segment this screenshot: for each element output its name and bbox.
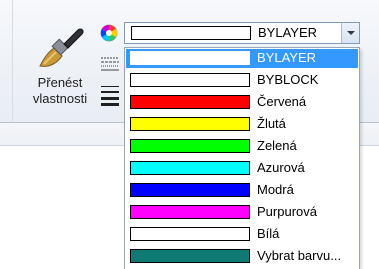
color-option-swatch (130, 205, 250, 219)
combo-selected-text: BYLAYER (258, 25, 318, 40)
color-option-swatch (130, 227, 250, 241)
match-properties-brush-icon[interactable] (30, 22, 86, 72)
color-option-label: Purpurová (257, 204, 317, 219)
color-option-label: Modrá (257, 182, 294, 197)
chevron-down-icon (347, 31, 355, 35)
color-option-label: Bílá (257, 226, 280, 241)
color-option[interactable]: BYBLOCK (126, 71, 358, 90)
color-option-swatch (130, 51, 250, 65)
color-option-label: Zelená (257, 138, 297, 153)
color-option-swatch (130, 249, 250, 263)
color-option[interactable]: Bílá (126, 225, 358, 244)
color-option[interactable]: BYLAYER (126, 49, 358, 68)
lineweight-icon[interactable] (100, 56, 120, 72)
color-option[interactable]: Červená (126, 93, 358, 112)
color-option[interactable]: Žlutá (126, 115, 358, 134)
match-properties-line2: vlastnosti (32, 91, 88, 106)
color-option-label: Žlutá (257, 116, 286, 131)
color-option-label: BYLAYER (257, 50, 317, 65)
color-option-swatch (130, 73, 250, 87)
color-option-label: Vybrat barvu... (257, 248, 342, 263)
color-option[interactable]: Modrá (126, 181, 358, 200)
color-option-swatch (130, 161, 250, 175)
color-dropdown-list: BYLAYER BYBLOCK Červená Žlutá Zelená Azurová M… (124, 47, 360, 269)
color-option[interactable]: Vybrat barvu... (126, 247, 358, 266)
color-option[interactable]: Zelená (126, 137, 358, 156)
color-option-swatch (130, 95, 250, 109)
linetype-icon[interactable] (100, 84, 120, 106)
color-option-swatch (130, 139, 250, 153)
color-option-label: Červená (257, 94, 307, 109)
color-wheel-icon[interactable] (100, 24, 118, 42)
color-combo-box[interactable]: BYLAYER (124, 22, 360, 44)
color-option-swatch (130, 183, 250, 197)
color-option-swatch (130, 117, 250, 131)
color-option-label: Azurová (257, 160, 305, 175)
match-properties-line1: Přenést (37, 75, 83, 90)
match-properties-label[interactable]: Přenést vlastnosti (22, 75, 98, 107)
combo-dropdown-button[interactable] (341, 23, 359, 43)
combo-color-swatch (131, 26, 251, 40)
color-option-label: BYBLOCK (257, 72, 319, 87)
color-option[interactable]: Purpurová (126, 203, 358, 222)
color-option[interactable]: Azurová (126, 159, 358, 178)
